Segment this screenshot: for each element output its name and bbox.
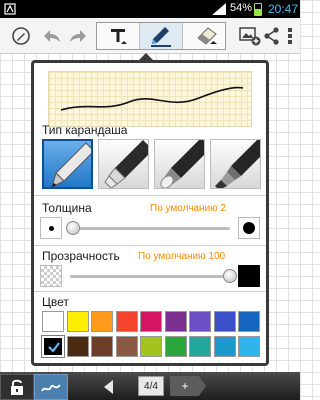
opacity-default-hint: По умолчанию 100 [138, 251, 226, 262]
small-dot-icon [48, 225, 54, 231]
divider [34, 195, 266, 196]
color-swatch[interactable] [41, 335, 65, 358]
color-swatch[interactable] [42, 311, 64, 332]
pen-ballpoint-option[interactable] [42, 139, 93, 189]
color-swatch[interactable] [140, 336, 162, 357]
thickness-min-button[interactable] [40, 217, 62, 239]
undo-icon[interactable] [40, 23, 64, 49]
thickness-slider-knob[interactable] [66, 221, 81, 235]
brush-pen-icon [215, 140, 260, 188]
battery-icon [254, 3, 262, 16]
lock-button[interactable] [0, 374, 34, 400]
text-tool-icon [111, 29, 127, 44]
color-swatch[interactable] [213, 336, 236, 357]
notification-icon [4, 3, 16, 15]
status-bar: 54% 20:47 [0, 0, 300, 18]
color-swatch[interactable] [115, 336, 138, 357]
opacity-slider-track[interactable] [70, 275, 230, 278]
pen-settings-panel: Тип карандаша Толщина По умолчанию 2 Про… [31, 60, 269, 366]
opacity-label: Прозрачность [42, 249, 120, 263]
color-swatch[interactable] [213, 311, 236, 332]
pen-marker-option[interactable] [154, 139, 205, 189]
color-swatch[interactable] [164, 311, 187, 332]
bottom-bar: 4/4 + [0, 372, 300, 400]
color-label: Цвет [42, 295, 69, 309]
add-page-button[interactable]: + [170, 376, 206, 396]
color-swatch[interactable] [189, 311, 211, 332]
top-toolbar [0, 18, 300, 54]
large-dot-icon [243, 222, 255, 234]
clock: 20:47 [268, 2, 299, 16]
color-swatch[interactable] [91, 336, 113, 357]
color-palette [41, 311, 264, 359]
pen-type-list [42, 139, 262, 189]
battery-percent: 54% [230, 2, 253, 14]
color-swatch[interactable] [238, 311, 260, 332]
previous-page-button[interactable] [104, 379, 114, 398]
text-tool-button[interactable] [97, 23, 140, 49]
divider [34, 291, 266, 292]
page-indicator[interactable]: 4/4 [138, 376, 164, 396]
pen-mode-icon[interactable] [8, 23, 34, 49]
thickness-slider-row [40, 217, 260, 239]
pen-mode-button[interactable] [34, 374, 68, 400]
thickness-slider-track[interactable] [70, 227, 230, 230]
color-swatch[interactable] [238, 336, 260, 357]
marker-icon [160, 140, 204, 188]
handwriting-icon [41, 384, 61, 392]
tool-selector [96, 22, 226, 50]
chevron-left-icon [104, 380, 113, 394]
thickness-default-hint: По умолчанию 2 [150, 203, 226, 214]
lock-icon [11, 379, 23, 395]
share-icon[interactable] [264, 23, 280, 49]
eraser-tool-button[interactable] [183, 23, 226, 49]
insert-image-icon[interactable] [238, 23, 262, 49]
eraser-tool-icon [196, 27, 217, 45]
opacity-slider-knob[interactable] [223, 269, 237, 283]
signal-icon [212, 3, 226, 15]
pen-tool-icon [151, 27, 171, 47]
more-icon[interactable] [284, 23, 296, 49]
pen-type-label: Тип карандаша [42, 123, 128, 137]
opacity-slider-row [40, 265, 260, 287]
checkmark-icon [48, 342, 60, 353]
color-swatch[interactable] [66, 336, 89, 357]
ballpoint-pen-icon [51, 142, 91, 187]
pen-brush-option[interactable] [210, 139, 261, 189]
highlighter-icon [104, 140, 148, 188]
transparent-swatch-icon[interactable] [40, 265, 62, 287]
color-swatch[interactable] [66, 311, 89, 332]
color-swatch[interactable] [115, 311, 138, 332]
color-swatch[interactable] [164, 336, 187, 357]
thickness-max-button[interactable] [238, 217, 260, 239]
divider [34, 245, 266, 246]
stroke-preview [48, 71, 252, 127]
color-swatch[interactable] [189, 336, 211, 357]
color-swatch[interactable] [140, 311, 162, 332]
thickness-label: Толщина [42, 201, 92, 215]
pen-tool-button[interactable] [140, 23, 183, 49]
redo-icon[interactable] [66, 23, 90, 49]
color-swatch[interactable] [91, 311, 113, 332]
pen-highlighter-option[interactable] [98, 139, 149, 189]
opaque-swatch-icon[interactable] [238, 265, 260, 287]
